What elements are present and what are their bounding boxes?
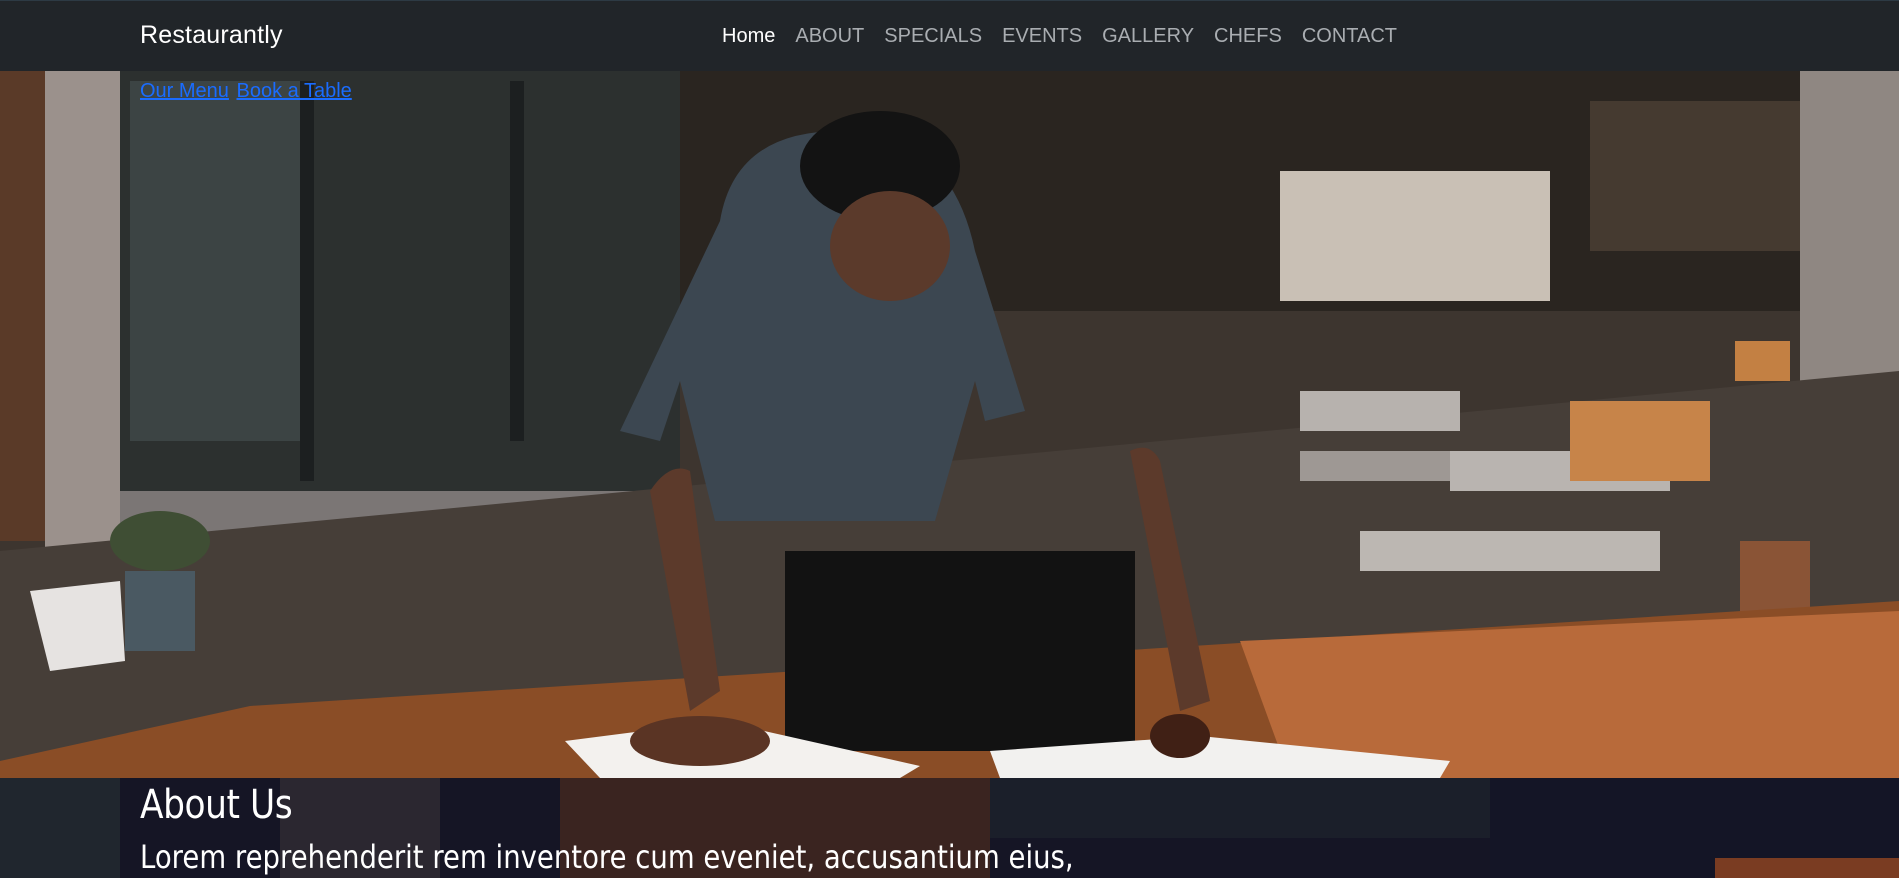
nav-events[interactable]: EVENTS: [1002, 25, 1082, 48]
nav-chefs[interactable]: CHEFS: [1214, 25, 1282, 48]
nav-menu: Home ABOUT SPECIALS EVENTS GALLERY CHEFS…: [722, 25, 1397, 48]
hero-chef-image: [0, 71, 1899, 778]
about-section: About Us Lorem reprehenderit rem invento…: [0, 778, 1899, 878]
nav-about[interactable]: ABOUT: [795, 25, 864, 48]
nav-home[interactable]: Home: [722, 25, 775, 48]
nav-gallery[interactable]: GALLERY: [1102, 25, 1194, 48]
our-menu-link[interactable]: Our Menu: [140, 80, 229, 102]
brand-logo[interactable]: Restaurantly: [140, 21, 283, 50]
nav-specials[interactable]: SPECIALS: [884, 25, 982, 48]
about-description: Lorem reprehenderit rem inventore cum ev…: [140, 838, 1074, 876]
hero-cta-links: Our Menu Book a Table: [140, 80, 354, 103]
book-table-link[interactable]: Book a Table: [237, 80, 352, 102]
hero-section: Our Menu Book a Table: [0, 71, 1899, 778]
about-heading: About Us: [140, 782, 293, 828]
nav-contact[interactable]: CONTACT: [1302, 25, 1397, 48]
top-navbar: Restaurantly Home ABOUT SPECIALS EVENTS …: [0, 0, 1899, 71]
